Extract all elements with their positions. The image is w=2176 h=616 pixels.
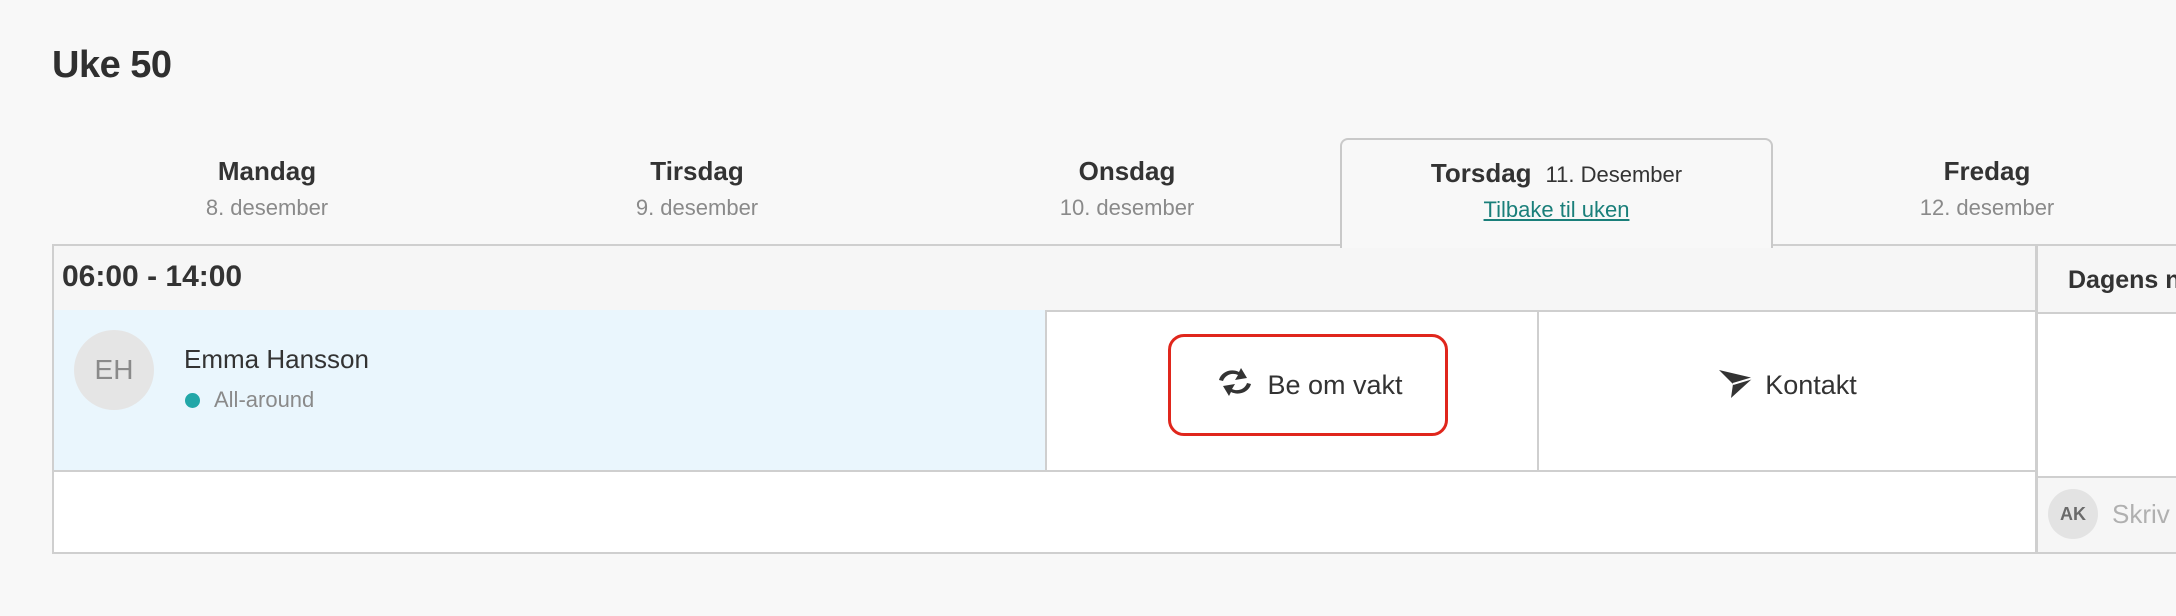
notes-title: Dagens n [2068,266,2176,294]
notes-header: Dagens n [2038,246,2176,314]
day-name: Onsdag [1078,156,1176,186]
shift-time: 06:00 - 14:00 [62,260,243,293]
contact-cell: Kontakt [1539,310,2035,470]
contact-button[interactable]: Kontakt [1539,334,2035,436]
request-shift-button[interactable]: Be om vakt [1168,334,1448,436]
day-date: 12. desember [1919,195,2055,220]
day-name: Torsdag 11. Desember [1342,158,1771,189]
day-long-date: 11. Desember [1545,162,1683,187]
day-date: 10. desember [1059,195,1195,220]
contact-label: Kontakt [1765,369,1857,400]
tab-thursday[interactable]: Torsdag 11. Desember Tilbake til uken [1340,138,1773,248]
day-name: Fredag [1943,156,2031,186]
role-indicator-dot [185,393,200,408]
request-shift-cell: Be om vakt [1047,310,1539,470]
day-name: Tirsdag [650,156,744,186]
shift-panel: 06:00 - 14:00 EH Emma Hansson All-around… [52,244,2037,554]
avatar: AK [2048,489,2098,539]
avatar: EH [74,330,154,410]
tab-tuesday[interactable]: Tirsdag 9. desember [482,138,912,246]
role-label: All-around [214,387,315,412]
day-date: 9. desember [635,195,759,220]
shift-row: EH Emma Hansson All-around Be om vakt Ko… [54,310,2035,472]
day-notes-panel: Dagens n AK [2036,244,2176,554]
tab-wednesday[interactable]: Onsdag 10. desember [912,138,1342,246]
notes-input-row: AK [2038,476,2176,552]
day-name: Mandag [217,156,317,186]
shift-header: 06:00 - 14:00 [54,246,2035,312]
send-icon [1717,364,1755,407]
day-tabs: Mandag 8. desember Tirsdag 9. desember O… [52,138,2176,248]
swap-icon [1213,364,1257,407]
back-to-week-link[interactable]: Tilbake til uken [1342,197,1771,223]
tab-friday[interactable]: Fredag 12. desember [1772,138,2176,246]
employee-cell[interactable]: EH Emma Hansson All-around [54,310,1047,470]
employee-name: Emma Hansson [184,344,369,374]
note-input[interactable] [2112,492,2176,536]
request-shift-label: Be om vakt [1267,369,1403,400]
week-title: Uke 50 [52,44,172,86]
day-name-text: Torsdag [1430,158,1532,188]
empty-shift-row [54,472,2035,552]
tab-monday[interactable]: Mandag 8. desember [52,138,482,246]
day-date: 8. desember [205,195,329,220]
